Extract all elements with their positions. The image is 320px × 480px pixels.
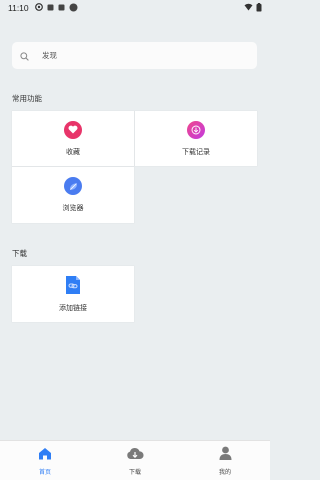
sim-icon xyxy=(58,4,65,13)
tab-home[interactable]: 首页 xyxy=(0,441,90,480)
favorites-button[interactable]: 收藏 xyxy=(12,111,134,166)
search-input[interactable]: 发现 xyxy=(12,42,257,69)
battery-icon xyxy=(256,2,262,14)
sim-icon xyxy=(47,4,54,13)
section-title-common: 常用功能 xyxy=(12,94,42,103)
search-placeholder: 发现 xyxy=(42,51,57,60)
favorites-label: 收藏 xyxy=(66,147,80,156)
status-time: 11:10 xyxy=(8,3,29,13)
cloud-download-icon xyxy=(126,445,144,464)
browser-label: 浏览器 xyxy=(62,204,84,212)
bottom-tab-bar: 首页 下载 我的 xyxy=(0,440,270,480)
dot-icon xyxy=(69,3,78,14)
download-arrow-icon xyxy=(187,120,205,139)
status-bar: 11:10 xyxy=(0,0,270,16)
add-link-label: 添加链接 xyxy=(59,304,87,312)
tab-profile[interactable]: 我的 xyxy=(180,441,270,480)
heart-icon xyxy=(64,120,82,139)
browser-button[interactable]: 浏览器 xyxy=(12,167,134,223)
download-history-label: 下载记录 xyxy=(182,147,210,156)
vpn-icon xyxy=(34,3,43,13)
search-icon xyxy=(20,46,29,65)
home-icon xyxy=(38,445,52,464)
tab-download[interactable]: 下载 xyxy=(90,441,180,480)
tab-download-label: 下载 xyxy=(128,469,141,476)
user-icon xyxy=(219,445,232,464)
browser-leaf-icon xyxy=(64,177,82,195)
wifi-icon xyxy=(244,3,253,13)
section-title-download: 下载 xyxy=(12,249,27,258)
tab-profile-label: 我的 xyxy=(218,469,231,476)
download-history-button[interactable]: 下载记录 xyxy=(135,111,257,166)
tab-home-label: 首页 xyxy=(38,469,51,476)
link-file-icon xyxy=(64,275,82,295)
add-link-button[interactable]: 添加链接 xyxy=(12,266,134,322)
